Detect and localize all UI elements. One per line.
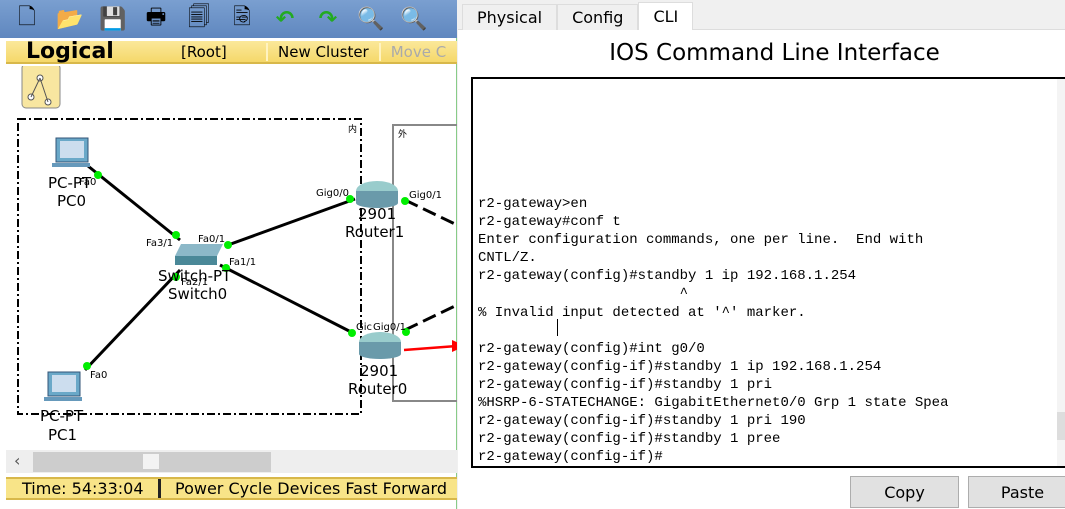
arrow-head-icon	[452, 340, 465, 352]
logical-bar: Logical [Root] New Cluster Move C	[6, 39, 457, 64]
device-window: Physical Config CLI IOS Command Line Int…	[458, 0, 1065, 509]
copy-button[interactable]: Copy	[850, 476, 959, 508]
text-cursor	[557, 319, 558, 336]
tab-config[interactable]: Config	[557, 4, 639, 30]
scroll-thumb[interactable]	[143, 454, 159, 469]
open-folder-icon[interactable]: 📂	[55, 4, 85, 34]
redo-icon[interactable]: ↷	[313, 4, 343, 34]
print-icon[interactable]: 🖶	[141, 4, 171, 34]
scroll-thumb[interactable]	[1057, 412, 1065, 440]
router0-model: 2901	[360, 362, 398, 380]
logical-view-icon[interactable]	[21, 63, 61, 109]
save-icon[interactable]: 💾	[98, 4, 128, 34]
cli-terminal[interactable]: r2-gateway>en r2-gateway#conf t Enter co…	[471, 77, 1065, 468]
port-label: Fa2/1	[181, 277, 208, 288]
topology-canvas[interactable]: 内 外 PC-PT PC0 PC-PT PC1 Switch-PT Switch…	[6, 63, 465, 450]
pc0-name: PC0	[57, 192, 86, 210]
pc1-model: PC-PT	[40, 407, 84, 425]
red-arrow	[403, 344, 458, 352]
time-display: Time: 54:33:04	[6, 479, 161, 498]
router0-name: Router0	[348, 380, 407, 398]
power-cycle-devices-button[interactable]: Power Cycle Devices Fast Forward	[161, 479, 447, 498]
main-toolbar: 🗋 📂 💾 🖶 🗐 🗟 ↶ ↷ 🔍 🔍	[0, 0, 457, 38]
router1-model: 2901	[358, 205, 396, 223]
paste-button[interactable]: Paste	[968, 476, 1065, 508]
switch-icon[interactable]	[175, 244, 223, 265]
cli-output[interactable]: r2-gateway>en r2-gateway#conf t Enter co…	[478, 195, 948, 466]
scroll-left-icon[interactable]: ‹	[14, 451, 20, 470]
tab-physical[interactable]: Physical	[462, 4, 558, 30]
pc1-icon[interactable]	[44, 371, 82, 401]
port-label: Fa1/1	[229, 257, 256, 268]
cluster-outer[interactable]	[392, 124, 464, 402]
zoom-in-icon[interactable]: 🔍	[356, 4, 386, 34]
root-label[interactable]: [Root]	[171, 43, 266, 61]
port-label: Fa0	[79, 177, 96, 188]
undo-icon[interactable]: ↶	[270, 4, 300, 34]
logical-workspace: 🗋 📂 💾 🖶 🗐 🗟 ↶ ↷ 🔍 🔍 Logical [Root] New C…	[0, 0, 465, 509]
port-label: Gig0/0	[316, 188, 349, 199]
cli-title: IOS Command Line Interface	[609, 40, 940, 66]
copy-icon[interactable]: 🗐	[184, 4, 214, 34]
links	[83, 164, 458, 372]
zoom-reset-icon[interactable]: 🔍	[399, 4, 429, 34]
port-label: Gig0/1	[409, 190, 442, 201]
port-label: Gic	[356, 322, 372, 333]
new-file-icon[interactable]: 🗋	[12, 4, 42, 34]
port-label: Fa0/1	[198, 234, 225, 245]
move-button[interactable]: Move C	[378, 42, 456, 61]
new-cluster-button[interactable]: New Cluster	[266, 42, 379, 61]
port-label: Fa3/1	[146, 238, 173, 249]
port-label: Gig0/1	[373, 322, 406, 333]
logical-title[interactable]: Logical	[6, 39, 171, 64]
router0-icon[interactable]	[359, 332, 401, 359]
port-label: Fa0	[90, 370, 107, 381]
status-bar: Time: 54:33:04 Power Cycle Devices Fast …	[6, 477, 457, 500]
cluster-inner-label: 内	[348, 123, 357, 135]
paste-icon[interactable]: 🗟	[227, 4, 257, 34]
vertical-scrollbar[interactable]	[1057, 79, 1065, 466]
horizontal-scrollbar[interactable]: ‹	[6, 450, 457, 473]
router1-name: Router1	[345, 223, 404, 241]
device-tabs: Physical Config CLI	[458, 0, 1065, 30]
cluster-outer-label: 外	[398, 128, 407, 140]
pc1-name: PC1	[48, 426, 77, 444]
pc0-icon[interactable]	[52, 137, 90, 167]
tab-cli[interactable]: CLI	[638, 2, 694, 30]
router1-icon[interactable]	[356, 181, 398, 208]
